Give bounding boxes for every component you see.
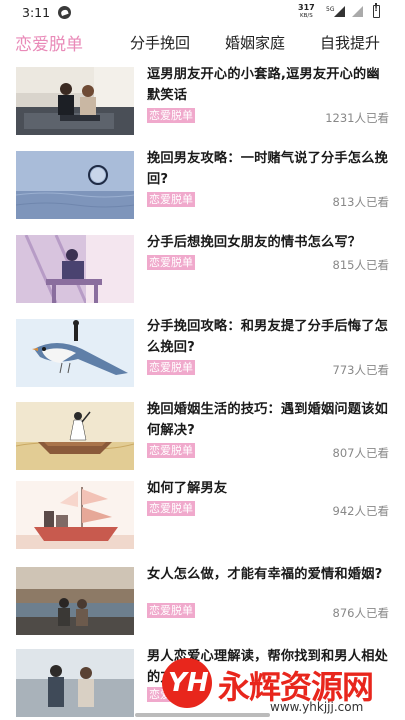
article-views: 876人已看 [332, 606, 389, 620]
article-tag: 恋爱脱单 [147, 255, 195, 270]
couple-on-sofa-image [16, 67, 134, 135]
home-indicator[interactable] [135, 713, 270, 717]
article-thumbnail [16, 67, 134, 135]
bird-with-girl-image [16, 319, 134, 387]
moon-over-sea-image [16, 151, 134, 219]
article-item[interactable]: 挽回婚姻生活的技巧：遇到婚姻问题该如何解决? 恋爱脱单 807人已看 [0, 399, 405, 470]
tab-breakup[interactable]: 分手挽回 [130, 32, 190, 53]
woman-at-window-image [16, 235, 134, 303]
sailing-ship-image [16, 481, 134, 549]
watermark-url: www.yhkjjj.com [270, 700, 364, 714]
article-title[interactable]: 挽回婚姻生活的技巧：遇到婚姻问题该如何解决? [147, 399, 393, 441]
article-thumbnail [16, 319, 134, 387]
girl-in-boat-image [16, 402, 134, 470]
network-speed-value: 317 [298, 3, 315, 12]
watermark-logo-text: YH [168, 668, 209, 698]
battery-icon [373, 3, 380, 18]
article-title[interactable]: 挽回男友攻略：一时赌气说了分手怎么挽回? [147, 148, 393, 190]
article-thumbnail [16, 481, 134, 549]
article-item[interactable]: 挽回男友攻略：一时赌气说了分手怎么挽回? 恋爱脱单 813人已看 [0, 148, 405, 219]
article-title[interactable]: 如何了解男友 [147, 478, 393, 499]
article-views: 1231人已看 [325, 111, 389, 125]
network-speed: 317 KB/S [298, 3, 315, 21]
article-views: 942人已看 [332, 504, 389, 518]
article-thumbnail [16, 402, 134, 470]
article-item[interactable]: 女人怎么做，才能有幸福的爱情和婚姻? 恋爱脱单 876人已看 [0, 564, 405, 635]
notification-icon [58, 6, 71, 19]
article-tag: 恋爱脱单 [147, 603, 195, 618]
watermark-logo: YH [162, 658, 212, 708]
article-thumbnail [16, 649, 134, 717]
tab-self-improvement[interactable]: 自我提升 [320, 32, 380, 53]
couple-walking-image [16, 649, 134, 717]
article-tag: 恋爱脱单 [147, 443, 195, 458]
article-thumbnail [16, 235, 134, 303]
article-tag: 恋爱脱单 [147, 501, 195, 516]
article-views: 773人已看 [332, 363, 389, 377]
couple-by-river-image [16, 567, 134, 635]
article-tag: 恋爱脱单 [147, 360, 195, 375]
article-views: 807人已看 [332, 446, 389, 460]
status-time: 3:11 [22, 5, 51, 20]
article-title[interactable]: 分手后想挽回女朋友的情书怎么写？ [147, 232, 393, 253]
article-thumbnail [16, 151, 134, 219]
article-thumbnail [16, 567, 134, 635]
network-speed-unit: KB/S [299, 13, 313, 19]
signal-icon [334, 6, 345, 17]
article-tag: 恋爱脱单 [147, 108, 195, 123]
article-item[interactable]: 分手后想挽回女朋友的情书怎么写？ 恋爱脱单 815人已看 [0, 232, 405, 303]
article-tag: 恋爱脱单 [147, 192, 195, 207]
article-title[interactable]: 逗男朋友开心的小套路,逗男友开心的幽默笑话 [147, 64, 393, 106]
tab-love[interactable]: 恋爱脱单 [15, 30, 83, 55]
article-item[interactable]: 逗男朋友开心的小套路,逗男友开心的幽默笑话 恋爱脱单 1231人已看 [0, 64, 405, 135]
article-item[interactable]: 如何了解男友 恋爱脱单 942人已看 [0, 478, 405, 549]
article-views: 815人已看 [332, 258, 389, 272]
article-views: 813人已看 [332, 195, 389, 209]
article-title[interactable]: 分手挽回攻略：和男友提了分手后悔了怎么挽回? [147, 316, 393, 358]
article-item[interactable]: 分手挽回攻略：和男友提了分手后悔了怎么挽回? 恋爱脱单 773人已看 [0, 316, 405, 387]
status-bar: 3:11 317 KB/S 5G [0, 0, 405, 26]
tab-marriage[interactable]: 婚姻家庭 [225, 32, 285, 53]
watermark: YH 永辉资源网 www.yhkjjj.com [160, 656, 400, 716]
article-title[interactable]: 女人怎么做，才能有幸福的爱情和婚姻? [147, 564, 393, 585]
signal-secondary-icon [352, 6, 363, 17]
category-tabs: 恋爱脱单 分手挽回 婚姻家庭 自我提升 [0, 28, 405, 64]
